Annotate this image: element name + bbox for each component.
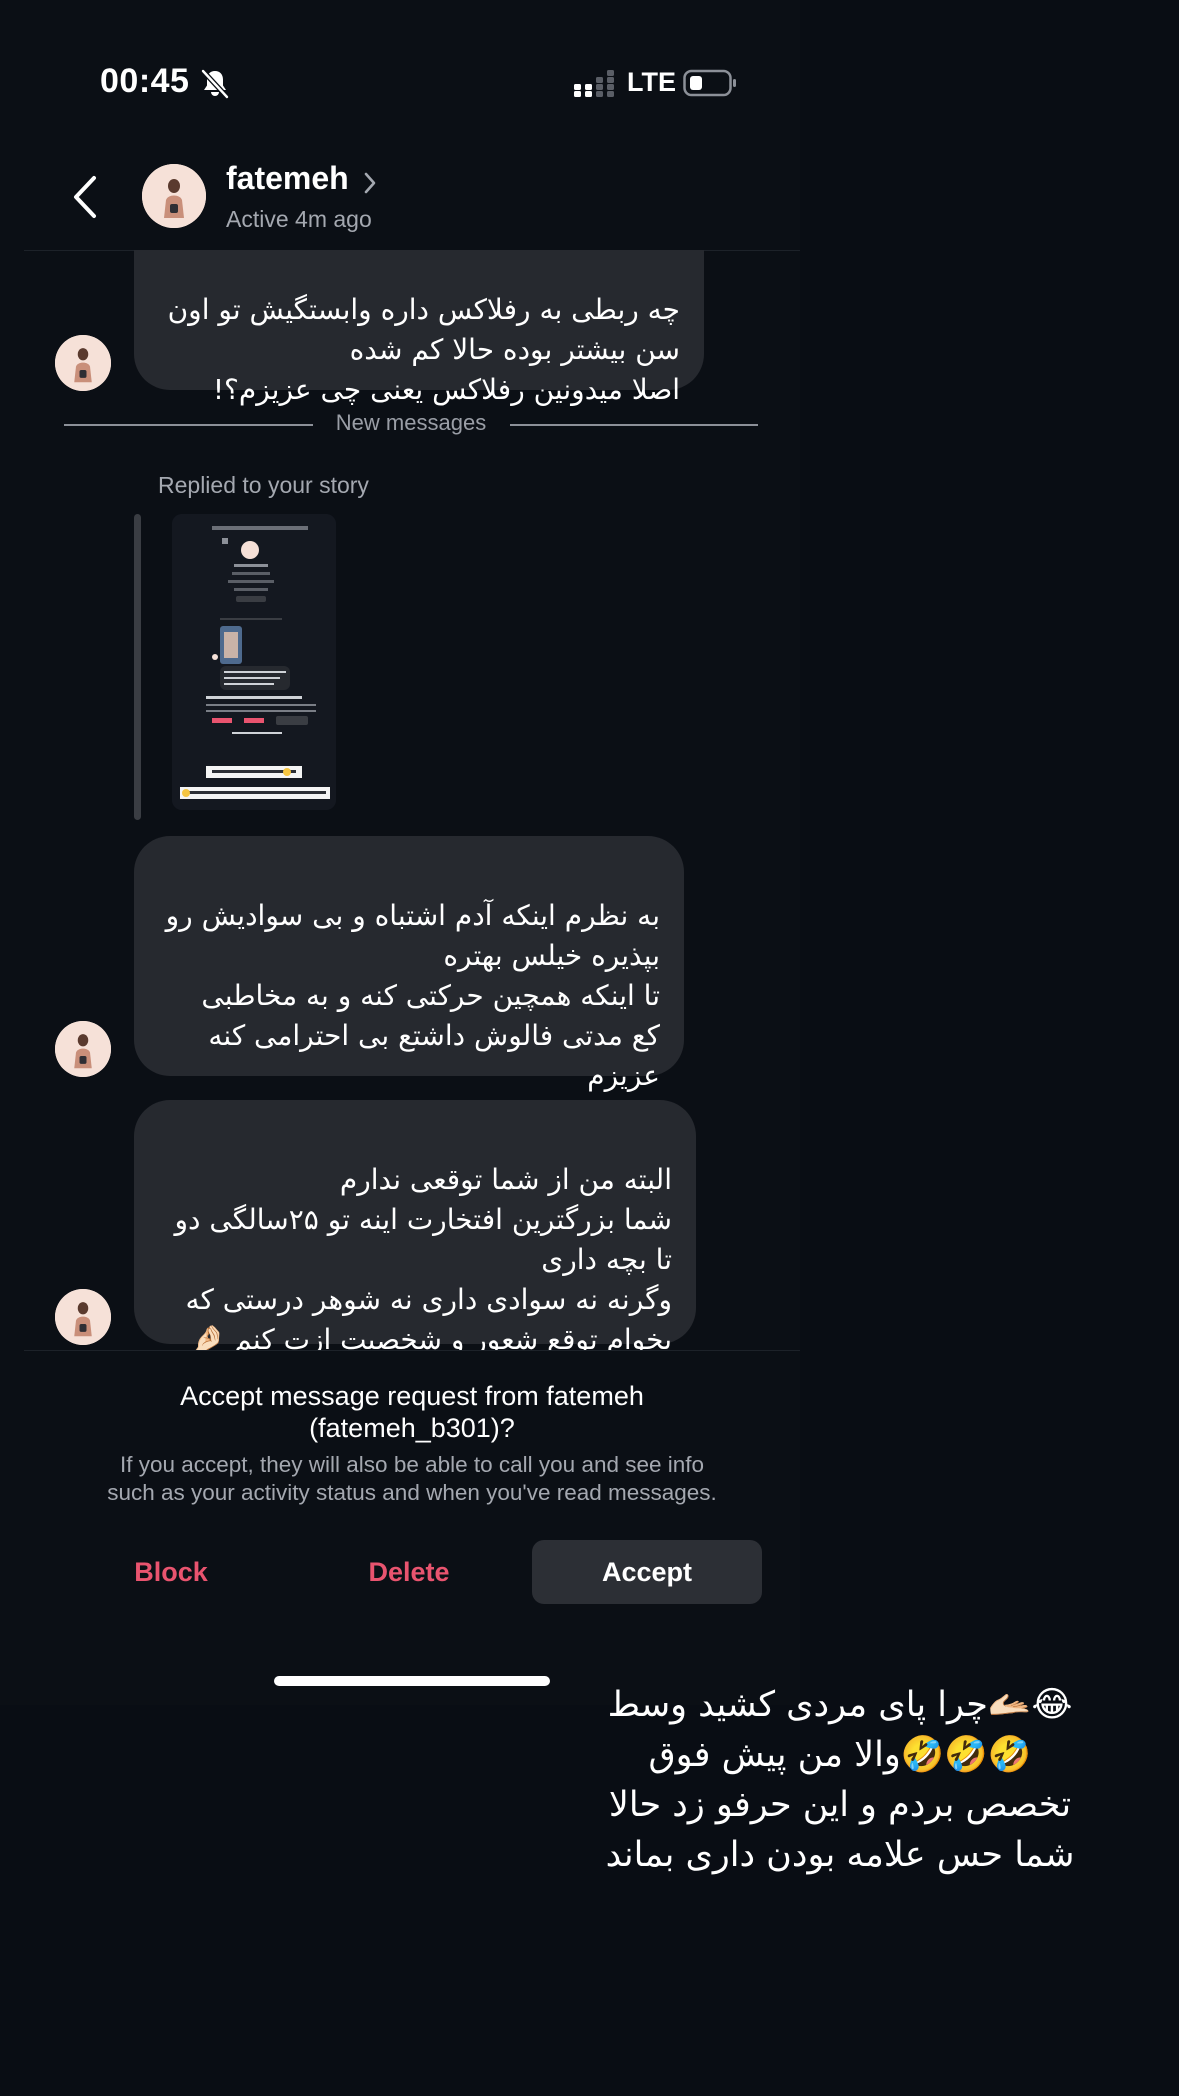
story-thumbnail[interactable]	[172, 514, 336, 810]
story-preview-image	[172, 514, 336, 810]
contact-avatar[interactable]	[142, 164, 206, 228]
chat-header: fatemeh Active 4m ago	[0, 150, 800, 250]
sender-avatar[interactable]	[55, 335, 111, 391]
person-photo-icon	[55, 1021, 111, 1077]
home-indicator[interactable]	[274, 1676, 550, 1686]
phone-screenshot: 00:45 LTE fatemeh Active 4m ago چه ربطی …	[0, 0, 800, 1705]
active-status: Active 4m ago	[226, 206, 372, 232]
overlay-caption: 😂🫴🏻چرا پای مردی کشید وسط 🤣🤣🤣والا من پیش …	[605, 1685, 1075, 1875]
sender-avatar[interactable]	[55, 1021, 111, 1077]
message-text: به نظرم اینکه آدم اشتباه و بی سوادیش رو …	[165, 899, 660, 1092]
network-type: LTE	[627, 67, 676, 97]
bell-muted-icon	[201, 69, 229, 99]
block-button[interactable]: Block	[56, 1540, 286, 1604]
story-reply-label: Replied to your story	[158, 472, 369, 498]
message-bubble[interactable]: چه ربطی به رفلاکس داره وابستگیش تو اون س…	[134, 250, 704, 406]
contact-name[interactable]: fatemeh	[226, 160, 349, 197]
person-photo-icon	[55, 335, 111, 391]
accept-button[interactable]: Accept	[532, 1540, 762, 1604]
message-bubble[interactable]: به نظرم اینکه آدم اشتباه و بی سوادیش رو …	[134, 836, 684, 1092]
person-photo-icon	[55, 1289, 111, 1345]
new-messages-label: New messages	[335, 410, 487, 435]
sender-avatar[interactable]	[55, 1289, 111, 1345]
request-desc-line: If you accept, they will also be able to…	[119, 1452, 705, 1477]
panel-divider	[24, 1350, 800, 1351]
request-desc-line: such as your activity status and when yo…	[107, 1480, 717, 1505]
battery-icon	[683, 69, 736, 97]
request-title-line: Accept message request from fatemeh	[180, 1381, 644, 1411]
request-description: If you accept, they will also be able to…	[24, 1451, 800, 1507]
status-bar: 00:45 LTE	[0, 0, 800, 130]
request-title: Accept message request from fatemeh (fat…	[24, 1380, 800, 1444]
reply-indicator-bar	[134, 514, 141, 820]
message-text: البته من از شما توقعی ندارم شما بزرگترین…	[174, 1163, 672, 1356]
person-photo-icon	[142, 164, 206, 228]
message-text: چه ربطی به رفلاکس داره وابستگیش تو اون س…	[167, 293, 680, 406]
message-request-panel: Accept message request from fatemeh (fat…	[24, 1350, 800, 1705]
new-messages-divider: New messages	[64, 410, 758, 440]
delete-button[interactable]: Delete	[294, 1540, 524, 1604]
status-time: 00:45	[100, 62, 190, 100]
cellular-signal-icon	[574, 70, 614, 97]
back-arrow-icon[interactable]	[70, 174, 100, 220]
request-title-line: (fatemeh_b301)?	[309, 1413, 515, 1443]
chevron-right-icon[interactable]	[362, 171, 378, 195]
message-bubble[interactable]: البته من از شما توقعی ندارم شما بزرگترین…	[134, 1100, 696, 1356]
